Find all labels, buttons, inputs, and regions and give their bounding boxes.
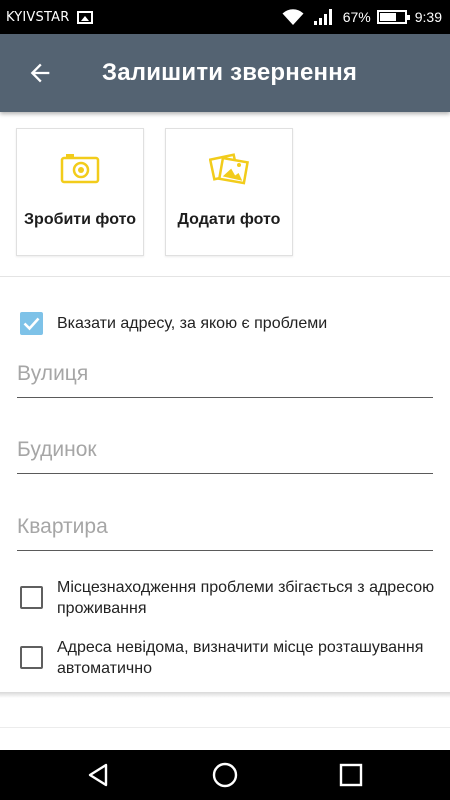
section-divider-shadow bbox=[0, 692, 450, 698]
auto-location-checkbox[interactable] bbox=[20, 646, 43, 669]
take-photo-label: Зробити фото bbox=[24, 211, 136, 228]
gallery-icon bbox=[209, 153, 249, 185]
carrier-name: KYIVSTAR bbox=[6, 9, 70, 25]
same-as-residence-checkbox[interactable] bbox=[20, 586, 43, 609]
specify-address-checkbox[interactable] bbox=[20, 312, 43, 335]
photo-actions: Зробити фото Додати фото bbox=[0, 112, 450, 277]
house-input[interactable] bbox=[17, 430, 433, 470]
arrow-back-icon[interactable] bbox=[26, 59, 54, 87]
specify-address-checkbox-row[interactable]: Вказати адресу, за якою є проблеми bbox=[20, 312, 327, 335]
street-field[interactable] bbox=[17, 354, 433, 398]
status-bar: KYIVSTAR 67% 9:39 bbox=[0, 0, 450, 34]
add-photo-label: Додати фото bbox=[177, 211, 281, 228]
page-title: Залишити звернення bbox=[102, 59, 358, 86]
camera-icon bbox=[60, 154, 100, 184]
add-photo-button[interactable]: Додати фото bbox=[165, 128, 293, 256]
battery-percent: 67% bbox=[342, 9, 371, 25]
apartment-input[interactable] bbox=[17, 507, 433, 547]
image-notification-icon bbox=[77, 10, 94, 24]
auto-location-label: Адреса невідома, визначити місце розташу… bbox=[57, 639, 424, 677]
same-as-residence-label: Місцезнаходження проблеми збігається з а… bbox=[57, 579, 435, 617]
nav-recents-icon[interactable] bbox=[336, 760, 366, 790]
system-nav-bar bbox=[0, 750, 450, 800]
nav-home-icon[interactable] bbox=[210, 760, 240, 790]
take-photo-button[interactable]: Зробити фото bbox=[16, 128, 144, 256]
signal-icon bbox=[313, 9, 332, 25]
apartment-field[interactable] bbox=[17, 507, 433, 551]
auto-location-row[interactable]: Адреса невідома, визначити місце розташу… bbox=[20, 637, 435, 679]
nav-back-icon[interactable] bbox=[84, 760, 114, 790]
specify-address-label: Вказати адресу, за якою є проблеми bbox=[57, 315, 328, 332]
same-as-residence-row[interactable]: Місцезнаходження проблеми збігається з а… bbox=[20, 577, 435, 619]
section-divider bbox=[0, 727, 450, 728]
clock: 9:39 bbox=[414, 9, 442, 25]
street-input[interactable] bbox=[17, 354, 433, 394]
wifi-icon bbox=[282, 9, 304, 25]
house-field[interactable] bbox=[17, 430, 433, 474]
toolbar: Залишити звернення bbox=[0, 34, 450, 112]
battery-icon bbox=[376, 10, 410, 24]
